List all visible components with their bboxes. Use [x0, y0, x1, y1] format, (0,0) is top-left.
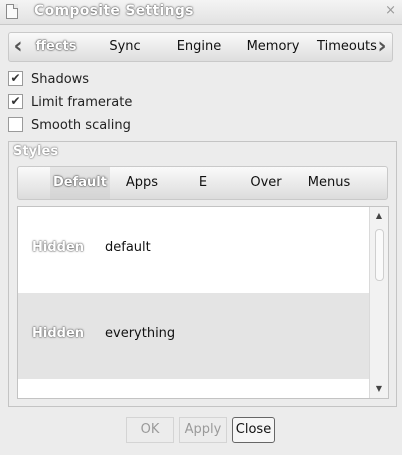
title-bar: Composite Settings ×	[0, 0, 402, 25]
list-item[interactable]: Hidden everything	[18, 293, 370, 379]
styles-tab-e[interactable]: E	[188, 167, 218, 199]
scroll-thumb[interactable]	[375, 229, 384, 281]
row-state: Hidden	[32, 326, 85, 341]
row-name: everything	[105, 326, 176, 341]
row-state: Hidden	[32, 240, 85, 255]
settings-tab-bar: ‹ ffects Sync Engine Memory Timeouts ›	[8, 32, 393, 62]
tab-scroll-right-icon[interactable]: ›	[375, 36, 389, 58]
apply-button[interactable]: Apply	[179, 417, 227, 443]
tab-memory[interactable]: Memory	[243, 33, 303, 61]
styles-tab-over[interactable]: Over	[246, 167, 286, 199]
styles-frame: Styles Default Apps E Over Menus Hidden …	[8, 141, 397, 407]
scroll-down-icon[interactable]: ▼	[370, 383, 388, 395]
tab-effects[interactable]: ffects	[27, 33, 85, 61]
tab-engine[interactable]: Engine	[171, 33, 227, 61]
scroll-up-icon[interactable]: ▲	[370, 210, 388, 222]
smooth-scaling-checkbox[interactable]	[8, 117, 23, 132]
shadows-checkbox[interactable]: ✔	[8, 71, 23, 86]
tab-scroll-left-icon[interactable]: ‹	[11, 36, 25, 58]
styles-tab-apps[interactable]: Apps	[118, 167, 166, 199]
styles-tab-default[interactable]: Default	[50, 167, 110, 199]
styles-tab-bar: Default Apps E Over Menus	[17, 166, 388, 200]
close-button[interactable]: Close	[232, 417, 275, 443]
close-icon[interactable]: ×	[385, 3, 396, 18]
tab-timeouts[interactable]: Timeouts	[315, 33, 379, 61]
list-scrollbar[interactable]: ▲ ▼	[369, 207, 388, 398]
shadows-label: Shadows	[31, 72, 90, 87]
tab-sync[interactable]: Sync	[102, 33, 148, 61]
limit-framerate-label: Limit framerate	[31, 95, 133, 110]
window-title: Composite Settings	[34, 3, 194, 19]
styles-frame-label: Styles	[13, 144, 59, 159]
styles-tab-menus[interactable]: Menus	[304, 167, 354, 199]
ok-button[interactable]: OK	[126, 417, 174, 443]
document-icon	[6, 4, 18, 19]
list-item[interactable]: Hidden default	[18, 207, 370, 293]
row-name: default	[105, 240, 151, 255]
limit-framerate-checkbox[interactable]: ✔	[8, 94, 23, 109]
styles-list: Hidden default Hidden everything ▲ ▼	[17, 206, 389, 399]
smooth-scaling-label: Smooth scaling	[31, 118, 131, 133]
